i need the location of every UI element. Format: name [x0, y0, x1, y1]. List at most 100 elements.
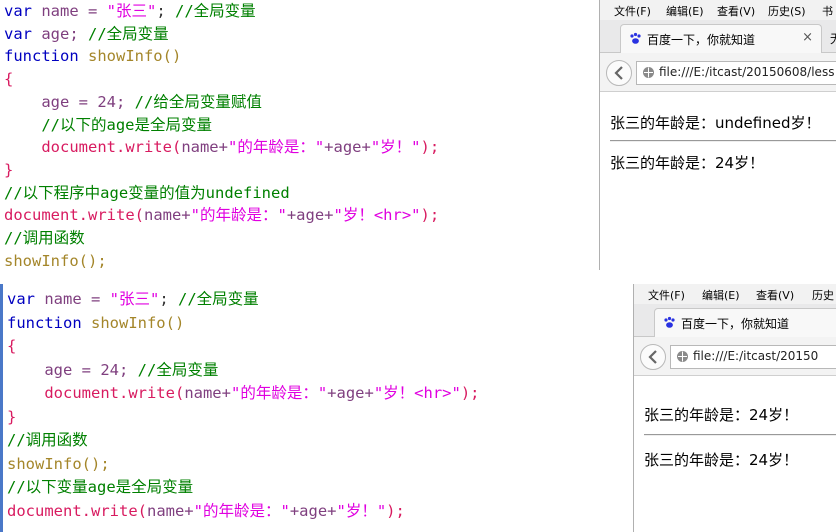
code-token: document.write( [7, 384, 185, 402]
code-line: //以下变量age是全局变量 [7, 476, 193, 499]
globe-icon [643, 67, 654, 78]
code-token: //全局变量 [175, 2, 256, 20]
code-line: //以下的age是全局变量 [4, 114, 212, 137]
code-token: { [7, 337, 17, 355]
code-token: //以下变量age是全局变量 [7, 478, 194, 496]
globe-icon [677, 351, 688, 362]
code-line: //调用函数 [7, 429, 88, 452]
code-token: document.write( [7, 501, 147, 520]
top-tab-strip: 百度一下，你就知道 × 无 [600, 20, 836, 53]
code-line: var name = "张三"; //全局变量 [4, 0, 256, 23]
code-token: //全局变量 [88, 24, 169, 43]
menu-history[interactable]: 历史(S) [768, 3, 806, 19]
code-line: showInfo(); [7, 453, 110, 476]
code-token: +age+ [327, 384, 374, 402]
code-line: document.write(name+"的年龄是："+age+"岁！"); [7, 500, 405, 523]
code-token: document.write( [4, 138, 182, 157]
bottom-url-bar[interactable]: file:///E:/itcast/20150 [670, 345, 836, 369]
paw-icon [630, 32, 641, 44]
code-line: //以下程序中age变量的值为undefined [4, 182, 290, 205]
code-token: //调用函数 [7, 431, 88, 449]
menu-file[interactable]: 文件(F) [648, 287, 685, 303]
arrow-left-icon [648, 350, 657, 364]
code-token: "岁！" [336, 501, 387, 520]
code-token: //给全局变量赋值 [134, 92, 262, 111]
menu-file[interactable]: 文件(F) [614, 3, 651, 19]
code-token: "的年龄是：" [230, 384, 328, 402]
code-token: age; [32, 24, 88, 43]
code-token: "岁！<hr>" [373, 384, 461, 402]
code-token: "岁！" [370, 138, 421, 157]
top-page-content: 张三的年龄是：undefined岁！ 张三的年龄是：24岁！ [600, 92, 836, 270]
code-token: ; [156, 2, 175, 20]
code-token: +age+ [324, 138, 371, 157]
bottom-url-text: file:///E:/itcast/20150 [693, 349, 819, 363]
code-token: age = 24; [4, 92, 135, 111]
back-button[interactable] [640, 344, 666, 370]
bottom-nav-bar: file:///E:/itcast/20150 [634, 337, 836, 376]
bottom-output-line-1: 张三的年龄是：24岁！ [644, 406, 799, 424]
menu-view[interactable]: 查看(V) [756, 287, 794, 303]
bottom-output-hr [644, 434, 836, 436]
menu-history[interactable]: 历史 [812, 287, 834, 303]
top-browser-window: 文件(F) 编辑(E) 查看(V) 历史(S) 书 百度一下，你就知道 × 无 … [599, 0, 836, 270]
code-token: "岁！<hr>" [333, 206, 421, 225]
top-output-line-2: 张三的年龄是：24岁！ [610, 154, 765, 172]
code-token: document.write( [4, 206, 144, 225]
bottom-output-line-2: 张三的年龄是：24岁！ [644, 451, 799, 469]
paw-icon [664, 316, 675, 328]
code-token: name = [32, 2, 107, 20]
bottom-page-content: 张三的年龄是：24岁！ 张三的年龄是：24岁！ [634, 376, 836, 532]
code-token: "的年龄是：" [193, 501, 290, 520]
bottom-tab-title: 百度一下，你就知道 [681, 317, 790, 331]
bottom-code-editor[interactable]: var name = "张三"; //全局变量 function showInfo… [0, 284, 635, 532]
menu-edit[interactable]: 编辑(E) [702, 287, 740, 303]
code-line: age = 24; //全局变量 [7, 359, 218, 382]
menu-view[interactable]: 查看(V) [717, 3, 755, 19]
code-line: } [4, 159, 13, 182]
code-line: var name = "张三"; //全局变量 [7, 288, 259, 311]
code-line: } [7, 406, 16, 429]
code-token: "的年龄是：" [227, 138, 325, 157]
code-token: function [7, 313, 82, 332]
top-url-bar[interactable]: file:///E:/itcast/20150608/less [636, 61, 836, 85]
code-token: ); [420, 138, 440, 157]
code-token: showInfo() [78, 47, 182, 66]
code-line: { [7, 335, 16, 358]
top-tab-baidu[interactable]: 百度一下，你就知道 × [620, 24, 822, 53]
code-token: "的年龄是：" [190, 206, 287, 225]
close-icon[interactable]: × [802, 30, 813, 45]
code-token: +age+ [286, 206, 334, 225]
top-nav-bar: file:///E:/itcast/20150608/less [600, 53, 836, 92]
code-token: age = 24; [7, 360, 138, 379]
code-token: name = [35, 290, 110, 308]
menu-bookmarks[interactable]: 书 [822, 3, 833, 19]
code-token: ); [386, 501, 405, 520]
code-line: function showInfo() [7, 312, 184, 335]
code-token: //以下的age是全局变量 [4, 115, 212, 134]
code-token: name+ [146, 501, 194, 520]
code-token: showInfo() [81, 313, 185, 332]
code-token: function [4, 47, 79, 66]
code-token: showInfo(); [7, 454, 110, 473]
top-tab-title: 百度一下，你就知道 [647, 33, 756, 47]
code-line: document.write(name+"的年龄是："+age+"岁！"); [4, 136, 439, 159]
code-token: //调用函数 [4, 229, 85, 247]
bottom-tab-baidu[interactable]: 百度一下，你就知道 [654, 308, 836, 337]
bottom-browser-window: 文件(F) 编辑(E) 查看(V) 历史 百度一下，你就知道 file:///E… [633, 284, 836, 532]
top-menu-bar: 文件(F) 编辑(E) 查看(V) 历史(S) 书 [600, 0, 836, 21]
code-token: var [4, 2, 32, 20]
code-token: ; [159, 290, 178, 308]
top-code-editor[interactable]: var name = "张三"; //全局变量 var age; //全局变量 fu… [0, 0, 598, 270]
top-url-text: file:///E:/itcast/20150608/less [659, 65, 835, 79]
code-token: var [7, 290, 35, 308]
code-line: var age; //全局变量 [4, 23, 169, 46]
top-second-tab[interactable]: 无 [830, 30, 836, 47]
code-token: ); [460, 384, 480, 402]
code-line: document.write(name+"的年龄是："+age+"岁！<hr>"… [4, 204, 439, 227]
back-button[interactable] [606, 60, 632, 86]
code-token: +age+ [289, 501, 337, 520]
bottom-menu-bar: 文件(F) 编辑(E) 查看(V) 历史 [634, 284, 836, 305]
code-line: function showInfo() [4, 45, 181, 68]
menu-edit[interactable]: 编辑(E) [666, 3, 704, 19]
